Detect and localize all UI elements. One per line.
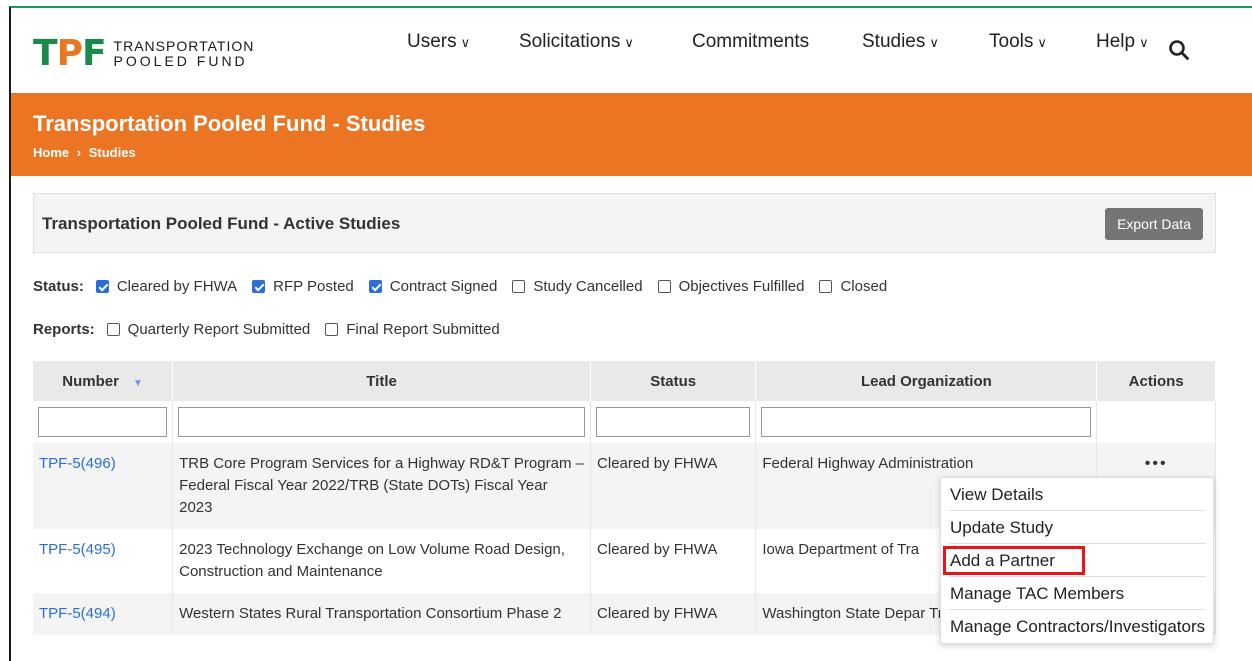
page-title: Transportation Pooled Fund - Studies (33, 111, 426, 136)
status-filter-label: Status: (33, 278, 84, 295)
cell-number: TPF-5(494) (33, 593, 174, 635)
reports-filter-label: Reports: (33, 321, 95, 338)
checkbox-label: Objectives Fulfilled (678, 278, 805, 295)
status-closed-checkbox[interactable]: Closed (819, 278, 887, 295)
breadcrumb-current: Studies (88, 145, 136, 160)
checkbox-unchecked[interactable] (512, 280, 526, 293)
menu-item-view-details[interactable]: View Details (949, 478, 1205, 511)
breadcrumb: Home › Studies (33, 145, 140, 160)
nav-studies[interactable]: Studies ∨ (862, 31, 939, 53)
checkbox-label: Closed (840, 278, 888, 295)
checkbox-label: Contract Signed (389, 278, 498, 295)
column-header-status[interactable]: Status (590, 361, 757, 401)
nav-solicitations[interactable]: Solicitations ∨ (519, 31, 634, 53)
export-data-button[interactable]: Export Data (1105, 208, 1203, 240)
browser-frame: TPF TRANSPORTATION POOLED FUND Users ∨ So… (9, 6, 1252, 661)
tpf-logo[interactable]: TPF TRANSPORTATION POOLED FUND (33, 36, 254, 72)
menu-item-manage-tac-members[interactable]: Manage TAC Members (949, 577, 1205, 610)
lead-organization-filter-input[interactable] (761, 407, 1092, 437)
column-header-number[interactable]: Number ▼ (33, 361, 174, 401)
checkbox-label: RFP Posted (273, 278, 354, 295)
filter-cell (33, 401, 174, 443)
highlight-box (943, 546, 1085, 575)
nav-solicitations-label: Solicitations (519, 31, 621, 52)
logo-line-2: POOLED FUND (113, 53, 248, 69)
cell-title: TRB Core Program Services for a Highway … (172, 443, 592, 529)
checkbox-checked[interactable] (252, 280, 266, 293)
nav-studies-label: Studies (862, 31, 926, 52)
nav-commitments[interactable]: Commitments (692, 31, 809, 53)
study-number-link[interactable]: TPF-5(495) (39, 541, 116, 558)
cell-status: Cleared by FHWA (590, 529, 757, 593)
cell-status: Cleared by FHWA (590, 593, 757, 635)
study-number-link[interactable]: TPF-5(494) (39, 605, 116, 622)
reports-filter: Reports: Quarterly Report Submitted Fina… (33, 321, 515, 338)
nav-tools-label: Tools (989, 31, 1034, 52)
logo-text: TRANSPORTATION POOLED FUND (114, 39, 255, 69)
logo-mark: TPF (33, 33, 107, 74)
status-filter: Status: Cleared by FHWA RFP Posted Contr… (33, 278, 902, 295)
status-rfp-posted-checkbox[interactable]: RFP Posted (252, 278, 354, 295)
study-number-link[interactable]: TPF-5(496) (39, 455, 116, 472)
checkbox-label: Quarterly Report Submitted (127, 321, 311, 338)
filter-cell (172, 401, 592, 443)
filter-cell (590, 401, 757, 443)
menu-item-add-a-partner[interactable]: Add a Partner (943, 544, 1205, 577)
checkbox-unchecked[interactable] (657, 280, 671, 293)
checkbox-checked[interactable] (95, 280, 109, 293)
column-header-actions: Actions (1096, 361, 1216, 401)
breadcrumb-home[interactable]: Home (33, 145, 69, 160)
checkbox-unchecked[interactable] (106, 323, 120, 336)
nav-users-label: Users (407, 31, 457, 52)
checkbox-unchecked[interactable] (325, 323, 339, 336)
studies-panel-header: Transportation Pooled Fund - Active Stud… (33, 193, 1216, 253)
checkbox-unchecked[interactable] (819, 280, 833, 293)
chevron-down-icon: ∨ (929, 35, 939, 50)
checkbox-label: Cleared by FHWA (116, 278, 238, 295)
search-icon[interactable] (1168, 39, 1190, 61)
filter-cell (755, 401, 1098, 443)
sort-down-icon[interactable]: ▼ (133, 378, 143, 389)
cell-number: TPF-5(495) (33, 529, 174, 593)
cell-title: 2023 Technology Exchange on Low Volume R… (172, 529, 592, 593)
site-header: TPF TRANSPORTATION POOLED FUND Users ∨ So… (11, 8, 1252, 93)
checkbox-label: Study Cancelled (533, 278, 643, 295)
logo-line-1: TRANSPORTATION (113, 38, 255, 54)
title-filter-input[interactable] (178, 407, 586, 437)
status-contract-signed-checkbox[interactable]: Contract Signed (368, 278, 498, 295)
table-header-row: Number ▼ Title Status Lead Organization A… (33, 361, 1216, 401)
nav-help-label: Help (1096, 31, 1136, 52)
cell-status: Cleared by FHWA (590, 443, 757, 529)
status-cleared-by-fhwa-checkbox[interactable]: Cleared by FHWA (95, 278, 238, 295)
menu-item-update-study[interactable]: Update Study (949, 511, 1205, 544)
column-header-lead-organization[interactable]: Lead Organization (755, 361, 1098, 401)
checkbox-label: Final Report Submitted (346, 321, 500, 338)
checkbox-checked[interactable] (368, 280, 382, 293)
chevron-down-icon: ∨ (1139, 35, 1149, 50)
breadcrumb-separator: › (76, 145, 82, 160)
reports-final-checkbox[interactable]: Final Report Submitted (325, 321, 500, 338)
chevron-down-icon: ∨ (1037, 35, 1047, 50)
actions-dropdown-menu: View Details Update Study Add a Partner … (940, 477, 1214, 644)
chevron-down-icon: ∨ (460, 35, 471, 50)
nav-tools[interactable]: Tools ∨ (989, 31, 1047, 53)
chevron-down-icon: ∨ (624, 35, 634, 50)
filter-row (33, 401, 1216, 443)
filter-cell (1096, 401, 1216, 443)
column-header-label: Number (62, 372, 119, 390)
cell-title: Western States Rural Transportation Cons… (172, 593, 592, 635)
nav-commitments-label: Commitments (692, 31, 810, 52)
nav-users[interactable]: Users ∨ (407, 31, 470, 53)
status-objectives-fulfilled-checkbox[interactable]: Objectives Fulfilled (657, 278, 805, 295)
status-study-cancelled-checkbox[interactable]: Study Cancelled (512, 278, 643, 295)
status-filter-input[interactable] (596, 407, 751, 437)
menu-item-manage-contractors-investigators[interactable]: Manage Contractors/Investigators (949, 610, 1205, 643)
panel-title: Transportation Pooled Fund - Active Stud… (42, 214, 401, 233)
nav-help[interactable]: Help ∨ (1096, 31, 1149, 53)
number-filter-input[interactable] (38, 407, 168, 437)
cell-number: TPF-5(496) (33, 443, 174, 529)
reports-quarterly-checkbox[interactable]: Quarterly Report Submitted (106, 321, 311, 338)
column-header-title[interactable]: Title (172, 361, 592, 401)
page-banner: Transportation Pooled Fund - Studies Hom… (11, 93, 1252, 176)
